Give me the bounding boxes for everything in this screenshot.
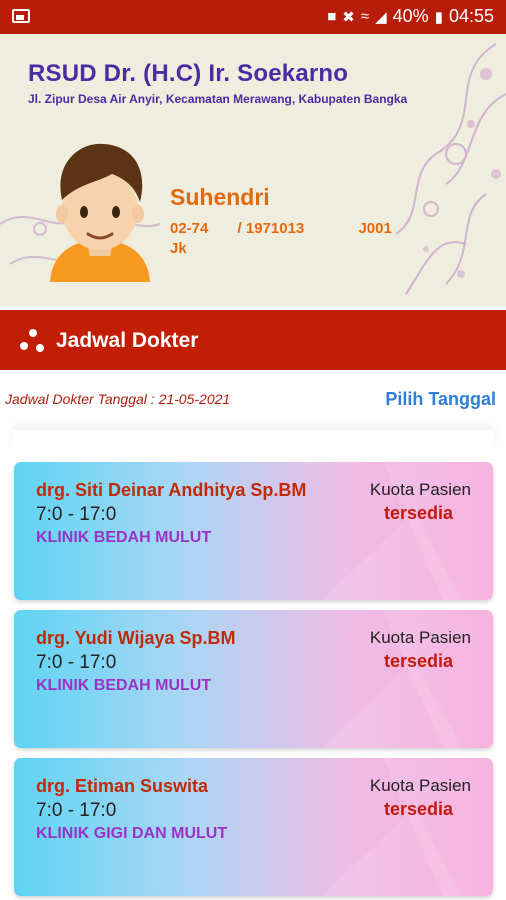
gallery-notification-icon — [12, 9, 30, 23]
list-divider — [12, 430, 494, 448]
battery-percent: 40% — [392, 6, 429, 26]
signal-icon: ◢ — [375, 8, 387, 26]
patient-name: Suhendri — [170, 184, 270, 210]
profile-header: RSUD Dr. (H.C) Ir. Soekarno Jl. Zipur De… — [0, 34, 506, 306]
battery-icon: ▮ — [434, 8, 443, 26]
quota-status: tersedia — [383, 503, 453, 523]
app-title-bar: Jadwal Dokter — [0, 310, 506, 370]
doctor-card[interactable]: drg. Yudi Wijaya Sp.BM 7:0 - 17:0 KLINIK… — [14, 610, 493, 748]
pick-date-button[interactable]: Pilih Tanggal — [385, 389, 496, 410]
lock-icon: ■ — [327, 8, 337, 25]
patient-jk: Jk — [170, 240, 187, 257]
doctor-name: drg. Siti Deinar Andhitya Sp.BM — [36, 480, 307, 500]
doctor-card[interactable]: drg. Siti Deinar Andhitya Sp.BM 7:0 - 17… — [14, 462, 493, 600]
doctor-name: drg. Etiman Suswita — [36, 776, 209, 796]
status-bar: ■ ✖ ≈ ◢ 40% ▮ 04:55 — [0, 0, 506, 34]
quota-label: Kuota Pasien — [369, 480, 471, 499]
clinic-name: KLINIK BEDAH MULUT — [36, 529, 212, 546]
status-icons: ■ ✖ ≈ ◢ 40% ▮ 04:55 — [327, 6, 494, 27]
floral-decoration-right-icon — [395, 43, 506, 295]
quota-status: tersedia — [383, 651, 453, 671]
schedule-date-label: Jadwal Dokter Tanggal : 21-05-2021 — [5, 391, 231, 407]
mute-icon: ✖ — [342, 8, 355, 26]
schedule-dots-icon — [20, 329, 46, 355]
doctor-time: 7:0 - 17:0 — [36, 800, 117, 821]
doctor-card[interactable]: drg. Etiman Suswita 7:0 - 17:0 KLINIK GI… — [14, 758, 493, 896]
doctor-name: drg. Yudi Wijaya Sp.BM — [36, 628, 236, 648]
page-title: Jadwal Dokter — [56, 329, 199, 352]
quota-label: Kuota Pasien — [369, 628, 471, 647]
clock: 04:55 — [448, 6, 494, 26]
hospital-address: Jl. Zipur Desa Air Anyir, Kecamatan Mera… — [28, 92, 408, 106]
patient-id: 02-74 / 1971013 J001 — [170, 220, 392, 237]
doctor-time: 7:0 - 17:0 — [36, 652, 117, 673]
wifi-icon: ≈ — [360, 8, 370, 25]
avatar — [50, 143, 150, 282]
clinic-name: KLINIK GIGI DAN MULUT — [36, 825, 228, 842]
doctor-time: 7:0 - 17:0 — [36, 504, 117, 525]
hospital-name: RSUD Dr. (H.C) Ir. Soekarno — [28, 60, 349, 87]
quota-label: Kuota Pasien — [369, 776, 471, 795]
clinic-name: KLINIK BEDAH MULUT — [36, 677, 212, 694]
quota-status: tersedia — [383, 799, 453, 819]
date-row: Jadwal Dokter Tanggal : 21-05-2021 Pilih… — [0, 378, 506, 418]
